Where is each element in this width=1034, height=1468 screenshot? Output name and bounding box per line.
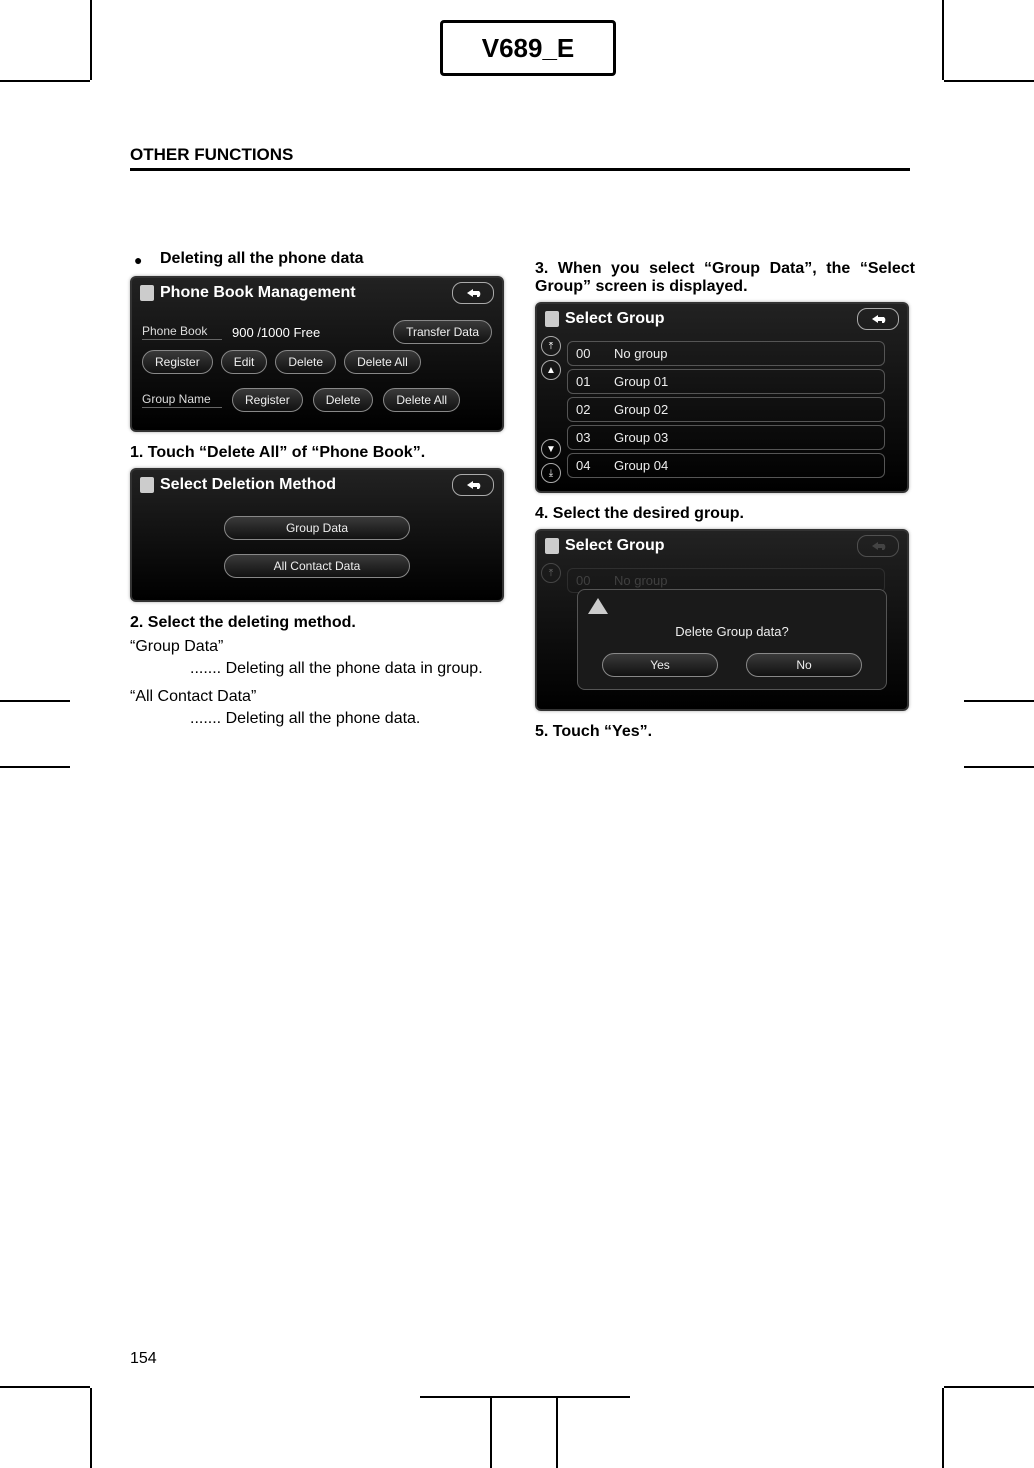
ui-title: Select Group bbox=[565, 310, 665, 328]
crop-mark bbox=[944, 80, 1034, 82]
back-button[interactable] bbox=[452, 282, 494, 304]
group-data-desc-text: Deleting all the phone data in group. bbox=[226, 660, 483, 677]
step-5: 5. Touch “Yes”. bbox=[535, 723, 915, 741]
group-label: Group 03 bbox=[614, 430, 668, 445]
list-icon bbox=[545, 311, 559, 327]
bullet-heading: Deleting all the phone data bbox=[130, 250, 510, 268]
crop-mark bbox=[0, 80, 90, 82]
list-icon bbox=[140, 285, 154, 301]
step-3: 3. When you select “Group Data”, the “Se… bbox=[535, 260, 915, 296]
group-num: 00 bbox=[576, 346, 602, 361]
ui-phonebook-management: Phone Book Management Phone Book 900 /10… bbox=[130, 276, 504, 432]
scroll-top-button[interactable]: ⤒ bbox=[541, 336, 561, 356]
crop-mark bbox=[90, 0, 92, 80]
transfer-data-button[interactable]: Transfer Data bbox=[393, 320, 492, 344]
group-list-body: ⤒ ▲ ▼ ⤓ 00 No group 01 Group 01 02 Group 02… bbox=[537, 332, 907, 491]
confirm-message: Delete Group data? bbox=[588, 624, 876, 639]
crop-mark bbox=[556, 1398, 558, 1468]
all-contact-data-desc-text: Deleting all the phone data. bbox=[226, 710, 421, 727]
crop-mark bbox=[942, 0, 944, 80]
group-item[interactable]: 02 Group 02 bbox=[567, 397, 885, 422]
crop-mark bbox=[944, 1386, 1034, 1388]
group-num: 01 bbox=[576, 374, 602, 389]
group-item[interactable]: 00 No group bbox=[567, 341, 885, 366]
ui-select-deletion-method: Select Deletion Method Group Data All Co… bbox=[130, 468, 504, 602]
step-1: 1. Touch “Delete All” of “Phone Book”. bbox=[130, 444, 510, 462]
group-item[interactable]: 04 Group 04 bbox=[567, 453, 885, 478]
group-item[interactable]: 03 Group 03 bbox=[567, 425, 885, 450]
group-data-desc: Deleting all the phone data in group. bbox=[190, 660, 510, 678]
group-data-label: “Group Data” bbox=[130, 638, 510, 656]
ui-header: Phone Book Management bbox=[132, 278, 502, 306]
group-data-option[interactable]: Group Data bbox=[224, 516, 410, 540]
back-icon bbox=[463, 287, 483, 299]
list-icon bbox=[545, 538, 559, 554]
ui-title: Select Group bbox=[565, 537, 665, 555]
ui-title: Select Deletion Method bbox=[160, 476, 336, 494]
group-delete-button[interactable]: Delete bbox=[313, 388, 374, 412]
back-button-disabled bbox=[857, 535, 899, 557]
group-label: Group 02 bbox=[614, 402, 668, 417]
no-button[interactable]: No bbox=[746, 653, 862, 677]
step-4: 4. Select the desired group. bbox=[535, 505, 915, 523]
scroll-down-button[interactable]: ▼ bbox=[541, 439, 561, 459]
confirm-dialog: Delete Group data? Yes No bbox=[577, 589, 887, 690]
phone-book-label: Phone Book bbox=[142, 324, 222, 340]
ui-header: Select Group bbox=[537, 304, 907, 332]
group-num: 03 bbox=[576, 430, 602, 445]
crop-mark bbox=[420, 1396, 630, 1398]
crop-mark bbox=[964, 700, 1034, 768]
group-register-button[interactable]: Register bbox=[232, 388, 303, 412]
crop-mark bbox=[490, 1398, 492, 1468]
group-name-label: Group Name bbox=[142, 392, 222, 408]
ui-header: Select Group bbox=[537, 531, 907, 559]
all-contact-data-label: “All Contact Data” bbox=[130, 688, 510, 706]
group-delete-all-button[interactable]: Delete All bbox=[383, 388, 460, 412]
group-item[interactable]: 01 Group 01 bbox=[567, 369, 885, 394]
group-label: No group bbox=[614, 346, 667, 361]
back-icon bbox=[463, 479, 483, 491]
list-icon bbox=[140, 477, 154, 493]
back-icon bbox=[868, 313, 888, 325]
edit-button[interactable]: Edit bbox=[221, 350, 268, 374]
left-column: Deleting all the phone data Phone Book M… bbox=[130, 250, 510, 738]
all-contact-data-option[interactable]: All Contact Data bbox=[224, 554, 410, 578]
back-button[interactable] bbox=[857, 308, 899, 330]
group-num: 04 bbox=[576, 458, 602, 473]
group-label: No group bbox=[614, 573, 667, 588]
register-button[interactable]: Register bbox=[142, 350, 213, 374]
scroll-top-button-disabled: ⤒ bbox=[541, 563, 561, 583]
delete-button[interactable]: Delete bbox=[275, 350, 336, 374]
group-label: Group 01 bbox=[614, 374, 668, 389]
page-number: 154 bbox=[130, 1350, 157, 1368]
crop-mark bbox=[0, 1386, 90, 1388]
ui-header: Select Deletion Method bbox=[132, 470, 502, 498]
back-button[interactable] bbox=[452, 474, 494, 496]
step-2: 2. Select the deleting method. bbox=[130, 614, 510, 632]
right-column: 3. When you select “Group Data”, the “Se… bbox=[535, 250, 915, 747]
back-icon bbox=[868, 540, 888, 552]
crop-mark bbox=[90, 1388, 92, 1468]
ui-title: Phone Book Management bbox=[160, 284, 356, 302]
doc-code: V689_E bbox=[482, 33, 575, 64]
group-num: 02 bbox=[576, 402, 602, 417]
crop-mark bbox=[0, 700, 70, 768]
yes-button[interactable]: Yes bbox=[602, 653, 718, 677]
delete-all-button[interactable]: Delete All bbox=[344, 350, 421, 374]
warning-icon bbox=[588, 598, 608, 614]
page: V689_E OTHER FUNCTIONS Deleting all the … bbox=[0, 0, 1034, 1468]
group-label: Group 04 bbox=[614, 458, 668, 473]
group-num: 00 bbox=[576, 573, 602, 588]
all-contact-data-desc: Deleting all the phone data. bbox=[190, 710, 510, 728]
section-underline bbox=[130, 168, 910, 171]
ui-select-group-list: Select Group ⤒ ▲ ▼ ⤓ 00 No group 01 Group … bbox=[535, 302, 909, 493]
scroll-bottom-button[interactable]: ⤓ bbox=[541, 463, 561, 483]
crop-mark bbox=[942, 1388, 944, 1468]
free-count: 900 /1000 Free bbox=[232, 325, 383, 340]
scroll-up-button[interactable]: ▲ bbox=[541, 360, 561, 380]
ui-select-group-confirm: Select Group ⤒ 00 No group bbox=[535, 529, 909, 711]
section-title: OTHER FUNCTIONS bbox=[130, 145, 293, 165]
doc-code-box: V689_E bbox=[440, 20, 616, 76]
